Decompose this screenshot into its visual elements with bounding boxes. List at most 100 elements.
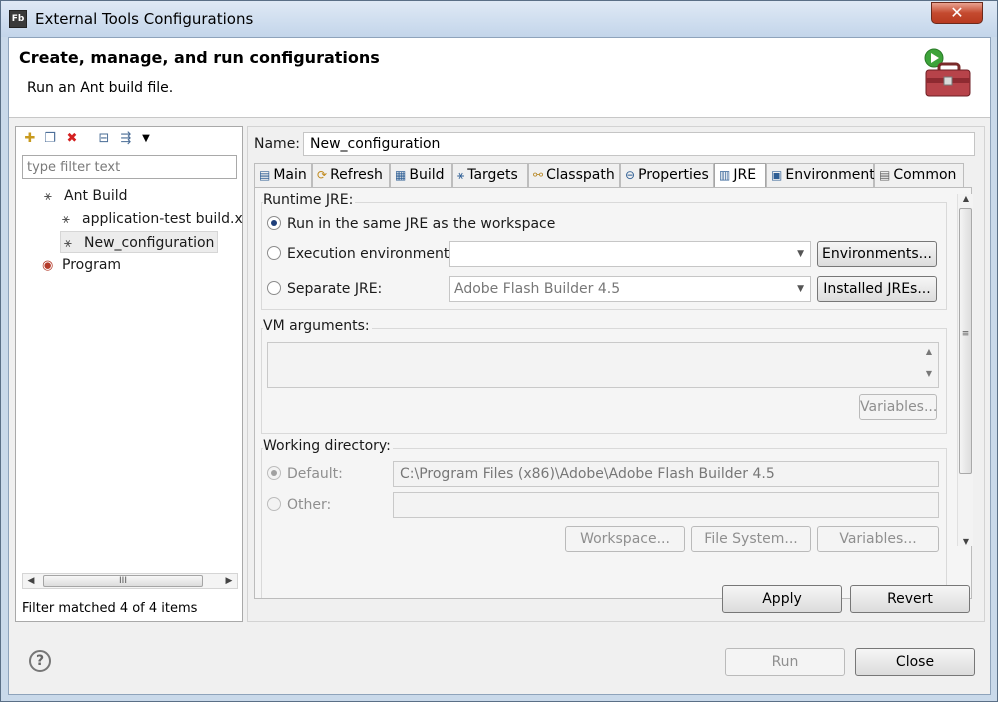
- targets-tab-icon: ⚹: [457, 168, 465, 182]
- tab-main[interactable]: ▤ Main: [254, 163, 312, 187]
- radio-other-directory[interactable]: Other:: [267, 497, 331, 513]
- default-directory-field[interactable]: C:\Program Files (x86)\Adobe\Adobe Flash…: [393, 461, 939, 487]
- tab-common[interactable]: ▤ Common: [874, 163, 964, 187]
- filter-input[interactable]: [22, 155, 237, 179]
- radio-default-directory[interactable]: Default:: [267, 466, 343, 482]
- collapse-all-icon[interactable]: ⊟: [96, 131, 112, 147]
- common-tab-icon: ▤: [879, 168, 891, 182]
- close-button[interactable]: Close: [855, 648, 975, 676]
- combo-value: Adobe Flash Builder 4.5: [454, 281, 621, 297]
- tree-item-ant-build[interactable]: ⚹ Ant Build: [44, 185, 128, 207]
- radio-button[interactable]: [267, 216, 281, 230]
- tab-label: Environment: [785, 167, 875, 183]
- tree-label: application-test build.x: [82, 211, 243, 227]
- refresh-tab-icon: ⟳: [317, 168, 328, 182]
- radio-label: Separate JRE:: [287, 281, 383, 297]
- tree-label: New_configuration: [84, 235, 215, 251]
- vm-variables-button[interactable]: Variables...: [859, 394, 937, 420]
- delete-icon[interactable]: ✖: [64, 131, 80, 147]
- new-config-icon[interactable]: ✚: [22, 131, 38, 147]
- separate-jre-combo[interactable]: Adobe Flash Builder 4.5 ▼: [449, 276, 811, 302]
- view-menu-icon[interactable]: ▼: [138, 131, 154, 147]
- radio-label: Execution environment:: [287, 246, 455, 262]
- vm-arguments-label: VM arguments:: [263, 318, 372, 334]
- installed-jres-button[interactable]: Installed JREs...: [817, 276, 937, 302]
- apply-button[interactable]: Apply: [722, 585, 842, 613]
- left-toolbar: ✚ ❐ ✖ ⊟ ⇶ ▼: [16, 127, 242, 151]
- tree-item-new-configuration[interactable]: ⚹ New_configuration: [60, 231, 219, 253]
- run-button[interactable]: Run: [725, 648, 845, 676]
- execution-environment-combo[interactable]: ▼: [449, 241, 811, 267]
- scroll-up-arrow[interactable]: ▲: [958, 194, 974, 203]
- radio-button[interactable]: [267, 466, 281, 480]
- main-tab-icon: ▤: [259, 168, 271, 182]
- working-directory-label: Working directory:: [263, 438, 393, 454]
- tree-item-application-test[interactable]: ⚹ application-test build.x: [62, 208, 243, 230]
- radio-button[interactable]: [267, 246, 281, 260]
- radio-workspace-jre[interactable]: Run in the same JRE as the workspace: [267, 216, 555, 232]
- app-icon: Fb: [9, 10, 27, 28]
- file-system-button[interactable]: File System...: [691, 526, 811, 552]
- other-directory-field[interactable]: [393, 492, 939, 518]
- scroll-right-arrow[interactable]: ▶: [221, 574, 237, 588]
- working-dir-variables-button[interactable]: Variables...: [817, 526, 939, 552]
- tab-targets[interactable]: ⚹ Targets: [452, 163, 528, 187]
- name-label: Name:: [254, 136, 301, 152]
- tree-horizontal-scrollbar[interactable]: ◀ III ▶: [22, 573, 238, 589]
- tab-properties[interactable]: ⊖ Properties: [620, 163, 714, 187]
- help-icon[interactable]: ?: [29, 650, 51, 672]
- tab-label: Properties: [638, 167, 709, 183]
- tab-label: Targets: [467, 167, 518, 183]
- radio-button[interactable]: [267, 281, 281, 295]
- radio-label: Run in the same JRE as the workspace: [287, 216, 556, 232]
- title-bar: Fb External Tools Configurations ✕: [1, 1, 997, 37]
- tab-classpath[interactable]: ⚯ Classpath: [528, 163, 620, 187]
- runtime-jre-label: Runtime JRE:: [263, 192, 356, 208]
- scroll-thumb[interactable]: III: [43, 575, 203, 587]
- jre-tab-icon: ▥: [719, 168, 731, 182]
- tab-label: Build: [409, 167, 445, 183]
- tab-jre[interactable]: ▥ JRE: [714, 163, 766, 188]
- tree-item-program[interactable]: ◉ Program: [42, 254, 121, 276]
- tab-strip: ▤ Main ⟳ Refresh ▦ Build ⚹ Targets ⚯ Classpat…: [254, 163, 972, 188]
- scroll-up-arrow[interactable]: ▲: [922, 347, 936, 356]
- tab-refresh[interactable]: ⟳ Refresh: [312, 163, 390, 187]
- revert-button[interactable]: Revert: [850, 585, 970, 613]
- radio-button[interactable]: [267, 497, 281, 511]
- chevron-down-icon: ▼: [797, 284, 804, 294]
- scroll-down-arrow[interactable]: ▼: [922, 369, 936, 378]
- tab-label: JRE: [733, 167, 757, 183]
- dialog-window: Fb External Tools Configurations ✕ Creat…: [0, 0, 998, 702]
- scroll-down-arrow[interactable]: ▼: [958, 537, 974, 546]
- tab-build[interactable]: ▦ Build: [390, 163, 452, 187]
- tab-label: Classpath: [546, 167, 615, 183]
- dialog-client-area: Create, manage, and run configurations R…: [8, 37, 991, 695]
- scroll-left-arrow[interactable]: ◀: [23, 574, 39, 588]
- radio-label: Default:: [287, 466, 343, 482]
- scroll-thumb[interactable]: ≡: [959, 208, 972, 474]
- vm-arguments-textarea[interactable]: ▲ ▼: [267, 342, 939, 388]
- duplicate-icon[interactable]: ❐: [42, 131, 58, 147]
- close-window-button[interactable]: ✕: [931, 2, 983, 24]
- name-input[interactable]: [303, 132, 975, 156]
- filter-icon[interactable]: ⇶: [118, 131, 134, 147]
- configuration-editor-panel: Name: ▤Main ⟳Refresh ▦Build ⚹Targets ⚯Cl…: [247, 126, 985, 622]
- workspace-button[interactable]: Workspace...: [565, 526, 685, 552]
- ant-icon: ⚹: [44, 189, 52, 204]
- radio-label: Other:: [287, 497, 332, 513]
- filter-status: Filter matched 4 of 4 items: [22, 601, 198, 616]
- build-tab-icon: ▦: [395, 168, 407, 182]
- radio-separate-jre[interactable]: Separate JRE:: [267, 281, 382, 297]
- environment-tab-icon: ▣: [771, 168, 783, 182]
- environments-button[interactable]: Environments...: [817, 241, 937, 267]
- tab-content-vertical-scrollbar[interactable]: ▲ ≡ ▼: [957, 194, 973, 546]
- tab-label: Refresh: [330, 167, 383, 183]
- tree-label: Ant Build: [64, 188, 128, 204]
- tab-label: Main: [273, 167, 307, 183]
- ant-icon: ⚹: [62, 212, 70, 227]
- jre-tab-content: Runtime JRE: Run in the same JRE as the …: [254, 187, 973, 599]
- ant-icon: ⚹: [64, 236, 72, 251]
- toolbox-run-icon: [924, 48, 971, 97]
- tab-environment[interactable]: ▣ Environment: [766, 163, 875, 187]
- radio-execution-environment[interactable]: Execution environment:: [267, 246, 454, 262]
